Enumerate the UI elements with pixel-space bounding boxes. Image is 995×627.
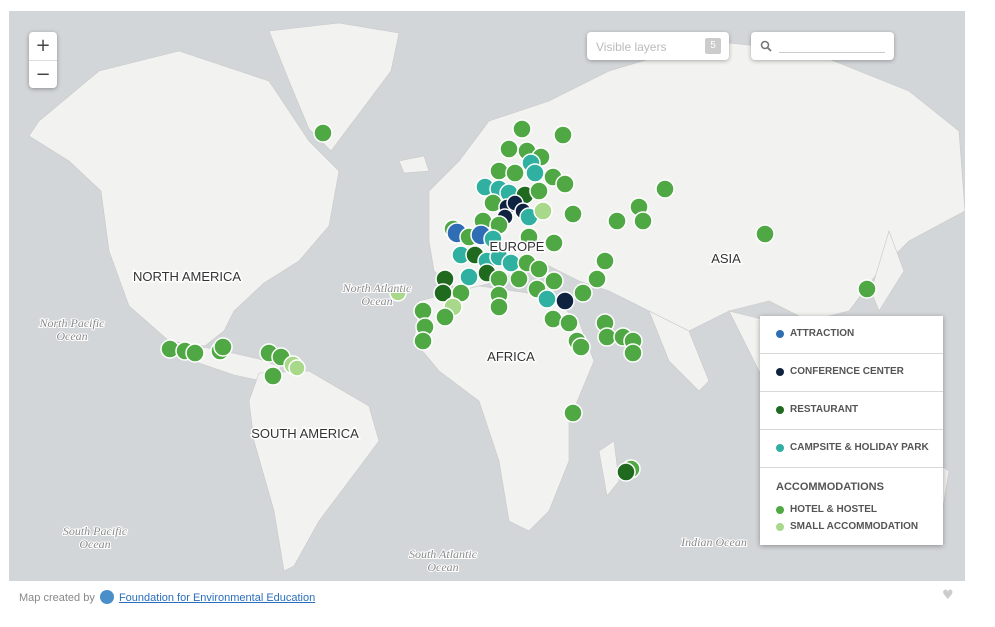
legend-panel: ATTRACTION CONFERENCE CENTER RESTAURANT … xyxy=(760,316,943,545)
map-marker[interactable] xyxy=(623,343,643,363)
map-marker[interactable] xyxy=(185,343,205,363)
map-marker[interactable] xyxy=(573,283,593,303)
map-marker[interactable] xyxy=(489,297,509,317)
continent-label: AFRICA xyxy=(487,349,535,364)
legend-dot xyxy=(776,523,784,531)
map-marker[interactable] xyxy=(543,309,563,329)
ocean-label: Indian Ocean xyxy=(680,535,747,549)
map-marker[interactable] xyxy=(857,279,877,299)
map-marker[interactable] xyxy=(263,366,283,386)
map-marker[interactable] xyxy=(553,125,573,145)
legend-label: SMALL ACCOMMODATION xyxy=(790,521,919,532)
map-marker[interactable] xyxy=(555,174,575,194)
map-marker[interactable] xyxy=(512,119,532,139)
zoom-in-button[interactable]: + xyxy=(29,32,57,60)
legend-label: CONFERENCE CENTER xyxy=(790,366,904,377)
map-marker[interactable] xyxy=(544,233,564,253)
fee-logo-icon xyxy=(99,590,114,604)
map-marker[interactable] xyxy=(413,331,433,351)
ocean-label: Ocean xyxy=(56,329,87,343)
legend-dot xyxy=(776,368,784,376)
continent-label: NORTH AMERICA xyxy=(133,269,241,284)
legend-group-title: ACCOMMODATIONS xyxy=(776,481,884,493)
map-marker[interactable] xyxy=(755,224,775,244)
map-marker[interactable] xyxy=(529,181,549,201)
search-box[interactable] xyxy=(751,32,894,60)
map-marker[interactable] xyxy=(571,337,591,357)
credit-prefix: Map created by xyxy=(19,592,95,604)
map-marker[interactable] xyxy=(213,337,233,357)
ocean-label: North Atlantic xyxy=(342,281,412,295)
map-marker[interactable] xyxy=(555,291,575,311)
map-marker[interactable] xyxy=(499,139,519,159)
map-marker[interactable] xyxy=(616,462,636,482)
map-marker[interactable] xyxy=(563,403,583,423)
map-marker[interactable] xyxy=(587,269,607,289)
map-marker[interactable] xyxy=(505,163,525,183)
ocean-label: Ocean xyxy=(79,537,110,551)
continent-label: SOUTH AMERICA xyxy=(251,426,359,441)
legend-dot xyxy=(776,506,784,514)
map-marker[interactable] xyxy=(537,289,557,309)
map-marker[interactable] xyxy=(509,269,529,289)
map-credit: Map created by Foundation for Environmen… xyxy=(19,590,315,604)
legend-item-restaurant[interactable]: RESTAURANT xyxy=(760,392,943,430)
continent-label: EUROPE xyxy=(490,239,545,254)
legend-item-conference-center[interactable]: CONFERENCE CENTER xyxy=(760,354,943,392)
zoom-out-button[interactable]: − xyxy=(29,60,57,89)
map-marker[interactable] xyxy=(533,201,553,221)
ocean-label: South Atlantic xyxy=(409,547,478,561)
search-icon xyxy=(760,40,772,52)
map-marker[interactable] xyxy=(313,123,333,143)
map-marker[interactable] xyxy=(529,259,549,279)
continent-label: ASIA xyxy=(711,251,741,266)
map-marker[interactable] xyxy=(435,307,455,327)
legend-dot xyxy=(776,406,784,414)
map-marker[interactable] xyxy=(607,211,627,231)
zoom-control: + − xyxy=(29,32,57,88)
ocean-label: South Pacific xyxy=(63,524,128,538)
credit-link[interactable]: Foundation for Environmental Education xyxy=(119,592,315,604)
legend-label: CAMPSITE & HOLIDAY PARK xyxy=(790,442,929,453)
map-marker[interactable] xyxy=(595,251,615,271)
map-marker[interactable] xyxy=(525,163,545,183)
search-input[interactable] xyxy=(779,52,885,53)
layers-count-badge: 5 xyxy=(705,38,721,54)
legend-label: HOTEL & HOSTEL xyxy=(790,504,878,515)
ocean-label: Ocean xyxy=(427,560,458,574)
ocean-label: North Pacific xyxy=(39,316,106,330)
legend-dot xyxy=(776,444,784,452)
visible-layers-label: Visible layers xyxy=(596,40,667,54)
map-marker[interactable] xyxy=(655,179,675,199)
legend-dot xyxy=(776,330,784,338)
map-marker[interactable] xyxy=(563,204,583,224)
heart-icon[interactable]: ♥ xyxy=(942,588,954,603)
map-marker[interactable] xyxy=(459,267,479,287)
legend-item-attraction[interactable]: ATTRACTION xyxy=(760,316,943,354)
map-marker[interactable] xyxy=(633,211,653,231)
map-marker[interactable] xyxy=(413,301,433,321)
legend-label: RESTAURANT xyxy=(790,404,859,415)
map-marker[interactable] xyxy=(489,161,509,181)
visible-layers-dropdown[interactable]: Visible layers 5 xyxy=(587,32,729,60)
legend-label: ATTRACTION xyxy=(790,328,855,339)
legend-item-campsite[interactable]: CAMPSITE & HOLIDAY PARK xyxy=(760,430,943,468)
map-marker[interactable] xyxy=(559,313,579,333)
map-marker[interactable] xyxy=(288,359,306,377)
ocean-label: Ocean xyxy=(361,294,392,308)
map-marker[interactable] xyxy=(544,271,564,291)
